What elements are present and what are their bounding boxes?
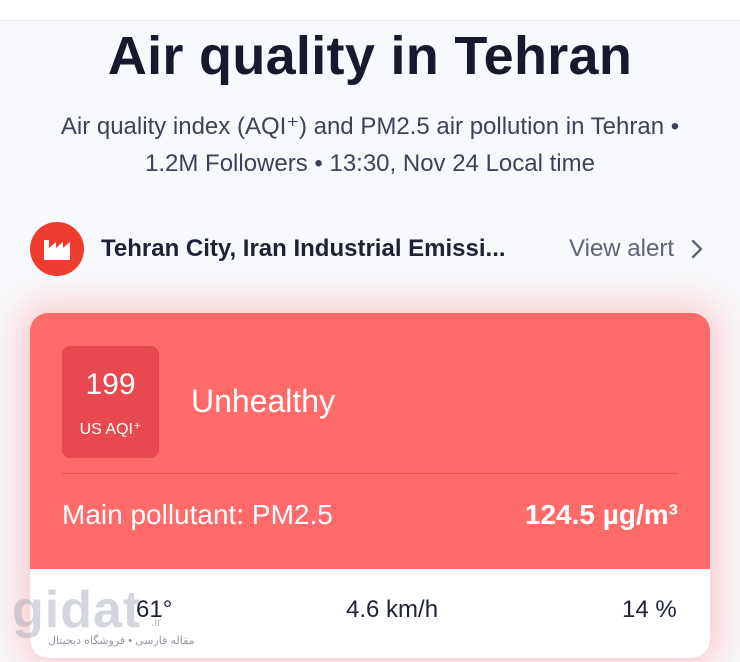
pollutant-row: Main pollutant: PM2.5 124.5 µg/m³ <box>62 495 678 535</box>
subtitle-line-1: Air quality index (AQI⁺) and PM2.5 air p… <box>60 113 680 140</box>
main-pollutant-label: Main pollutant: PM2.5 <box>62 499 333 530</box>
watermark-logo: gidat .ir مقاله فارسی • فروشگاه دیجیتال <box>10 581 195 654</box>
aqi-value: 199 <box>85 368 136 401</box>
view-alert-link[interactable]: View alert <box>569 235 710 263</box>
aqi-unit: US AQI⁺ <box>79 421 142 438</box>
page-subtitle: Air quality index (AQI⁺) and PM2.5 air p… <box>40 108 700 182</box>
watermark-suffix: .ir <box>151 615 161 629</box>
subtitle-line-2: 1.2M Followers • 13:30, Nov 24 Local tim… <box>145 150 595 177</box>
chevron-right-icon <box>690 237 710 261</box>
humidity-value: 14 % <box>622 596 677 623</box>
pollutant-concentration: 124.5 µg/m³ <box>524 499 678 530</box>
alert-text: Tehran City, Iran Industrial Emissi... <box>101 235 506 262</box>
factory-icon <box>30 222 84 276</box>
alert-row[interactable]: Tehran City, Iran Industrial Emissi... V… <box>30 222 710 276</box>
wind-speed-value: 4.6 km/h <box>346 596 439 623</box>
card-divider <box>62 473 678 474</box>
top-strip <box>0 0 740 21</box>
aqi-status: Unhealthy <box>191 383 336 419</box>
watermark-main: gidat <box>12 581 142 639</box>
watermark-tagline: مقاله فارسی • فروشگاه دیجیتال <box>48 635 195 647</box>
aqi-badge: 199 US AQI⁺ <box>62 346 159 458</box>
page-title: Air quality in Tehran <box>107 26 633 86</box>
view-alert-label: View alert <box>569 235 674 262</box>
